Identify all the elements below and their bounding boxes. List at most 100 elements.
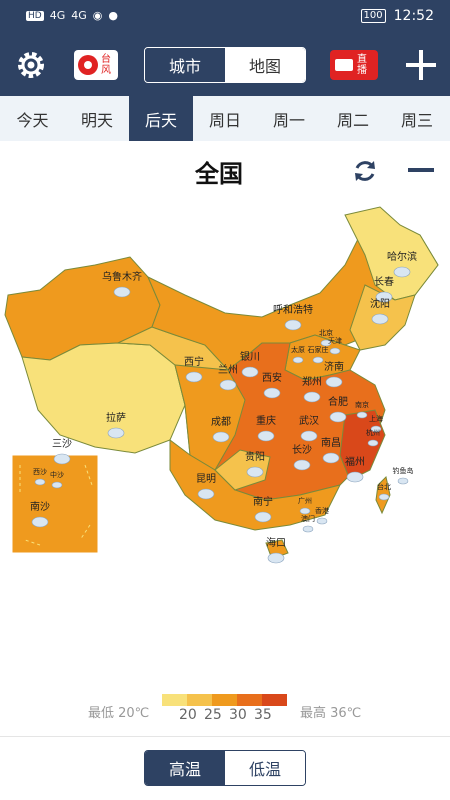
low-temp-button[interactable]: 低温	[225, 751, 305, 785]
city-label: 南宁	[253, 495, 273, 508]
cloud-icon	[219, 379, 237, 391]
top-bar: 台风 城市 地图 直播	[0, 34, 450, 96]
cloud-icon	[51, 481, 63, 489]
cloud-icon	[367, 439, 379, 447]
cloud-icon	[302, 525, 314, 533]
city-label: 南昌	[321, 436, 341, 449]
legend-swatch-3	[212, 694, 237, 706]
city-label: 海口	[266, 536, 286, 549]
city-label: 澳门	[301, 514, 315, 523]
cloud-icon	[267, 552, 285, 564]
tab-day-after-tomorrow[interactable]: 后天	[129, 96, 193, 141]
legend-tick-25: 25	[204, 707, 222, 723]
wifi-icon: ◉	[92, 9, 103, 22]
video-camera-icon	[335, 59, 353, 71]
city-label: 西宁	[184, 355, 204, 368]
cloud-icon	[293, 459, 311, 471]
city-label: 西沙	[33, 468, 47, 476]
typhoon-button[interactable]: 台风	[74, 50, 118, 80]
city-label: 三沙	[52, 438, 72, 450]
city-label: 银川	[240, 350, 260, 363]
status-icons: HD 4G 4G ◉ ●	[26, 9, 118, 22]
city-label: 呼和浩特	[273, 304, 313, 316]
city-label: 天津	[328, 337, 342, 345]
cloud-icon	[212, 431, 230, 443]
city-label: 福州	[345, 455, 365, 468]
tab-tomorrow[interactable]: 明天	[65, 96, 129, 141]
city-label: 香港	[315, 506, 329, 515]
cloud-icon	[346, 471, 364, 483]
region-tibet	[21, 342, 186, 454]
day-tabs: 今天 明天 后天 周日 周一 周二 周三	[0, 96, 450, 141]
cloud-icon	[292, 356, 304, 364]
region-title: 全国	[195, 160, 243, 188]
cloud-icon	[113, 286, 131, 298]
cloud-icon	[185, 371, 203, 383]
cloud-icon	[356, 411, 368, 419]
cloud-icon	[329, 347, 341, 355]
cloud-icon	[393, 266, 411, 278]
tab-tuesday[interactable]: 周二	[321, 96, 385, 141]
legend-swatch-2	[187, 694, 212, 706]
city-label: 钓鱼岛	[393, 466, 414, 475]
cloud-icon	[312, 356, 324, 364]
legend-swatch-1	[162, 694, 187, 706]
city-label: 兰州	[218, 363, 238, 376]
cloud-icon	[53, 453, 71, 465]
cloud-icon	[316, 517, 328, 525]
live-button[interactable]: 直播	[330, 50, 378, 80]
legend-tick-20: 20	[179, 707, 197, 723]
legend-color-bar	[162, 694, 287, 706]
signal-4g-icon: 4G	[49, 9, 66, 22]
city-label: 昆明	[196, 473, 216, 485]
cloud-icon	[329, 411, 347, 423]
city-label: 南京	[355, 400, 369, 409]
cloud-icon	[322, 452, 340, 464]
city-label: 太原	[291, 345, 305, 354]
city-label: 长沙	[292, 444, 312, 456]
refresh-icon[interactable]	[352, 158, 378, 184]
legend-high-label: 最高 36℃	[300, 706, 362, 721]
city-label: 长春	[374, 276, 394, 288]
cloud-icon	[284, 319, 302, 331]
city-label: 广州	[298, 496, 312, 505]
view-segment: 城市 地图	[144, 47, 306, 83]
cloud-icon	[257, 430, 275, 442]
city-label: 上海	[369, 414, 383, 423]
signal-4g-icon-2: 4G	[71, 9, 87, 22]
typhoon-icon	[78, 55, 98, 75]
gear-icon[interactable]	[14, 48, 48, 82]
cloud-icon	[31, 516, 49, 528]
city-label: 济南	[324, 360, 344, 373]
cloud-icon	[300, 430, 318, 442]
temperature-legend: 最低 20℃ 20 25 30 35 最高 36℃	[0, 690, 450, 724]
tab-today[interactable]: 今天	[0, 96, 65, 141]
high-temp-button[interactable]: 高温	[145, 751, 225, 785]
city-tab[interactable]: 城市	[145, 48, 225, 82]
divider	[0, 736, 450, 737]
zoom-out-icon[interactable]	[408, 168, 434, 172]
legend-low-label: 最低 20℃	[88, 706, 150, 721]
add-icon[interactable]	[404, 48, 438, 82]
cloud-icon	[303, 391, 321, 403]
map-tab[interactable]: 地图	[225, 48, 305, 82]
cloud-icon	[397, 477, 409, 485]
city-label: 郑州	[302, 375, 322, 388]
city-label: 中沙	[50, 470, 64, 479]
tab-monday[interactable]: 周一	[257, 96, 321, 141]
city-label: 杭州	[366, 428, 380, 437]
clock: 12:52	[393, 8, 434, 24]
city-label: 沈阳	[370, 297, 390, 310]
tab-sunday[interactable]: 周日	[193, 96, 257, 141]
cloud-icon	[107, 427, 125, 439]
legend-tick-30: 30	[229, 707, 247, 723]
city-label: 合肥	[328, 395, 348, 408]
cloud-icon	[263, 387, 281, 399]
city-label: 拉萨	[106, 411, 126, 424]
live-label: 直播	[357, 54, 367, 76]
message-icon: ●	[108, 9, 118, 22]
china-temperature-map[interactable]: 乌鲁木齐呼和浩特 哈尔滨长春沈阳北京天津太原 石家庄济南 银川 西宁兰州西安 郑州南京合肥…	[0, 195, 450, 575]
tab-wednesday[interactable]: 周三	[385, 96, 449, 141]
battery-icon: 100	[360, 9, 386, 23]
cloud-icon	[371, 313, 389, 325]
